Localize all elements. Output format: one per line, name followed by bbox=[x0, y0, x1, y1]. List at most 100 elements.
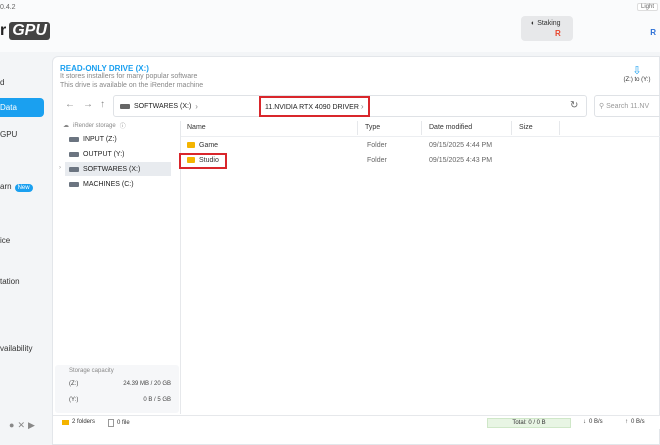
download-speed: ↓ 0 B/s bbox=[583, 419, 603, 425]
tree-item-label: OUTPUT (Y:) bbox=[83, 150, 125, 158]
tree-item-label: SOFTWARES (X:) bbox=[83, 165, 141, 173]
address-row: ← → ↑ SOFTWARES (X:) › 11.NVIDIA RTX 409… bbox=[53, 95, 660, 117]
tree-item-label: MACHINES (C:) bbox=[83, 180, 134, 188]
upload-speed: ↑ 0 B/s bbox=[625, 419, 645, 425]
forward-icon[interactable]: → bbox=[83, 99, 93, 110]
cloud-icon: ☁ bbox=[63, 123, 69, 129]
user-avatar[interactable]: R bbox=[650, 28, 656, 37]
social-links: ● ✕ ▶ bbox=[9, 420, 35, 431]
highlight-box bbox=[179, 153, 227, 169]
file-count-label: 0 file bbox=[117, 420, 130, 426]
storage-title: Storage capacity bbox=[69, 368, 114, 374]
info-icon[interactable]: ⓘ bbox=[120, 121, 126, 130]
tree-item-output[interactable]: OUTPUT (Y:) bbox=[53, 147, 171, 161]
column-divider[interactable] bbox=[511, 121, 512, 135]
version-label: 0.4.2 bbox=[0, 4, 16, 11]
staking-button[interactable]: ◐ Staking R bbox=[521, 16, 573, 41]
logo-text: r bbox=[0, 22, 7, 39]
table-row[interactable]: Studio Folder 09/15/2025 4:43 PM bbox=[179, 153, 660, 169]
drive-icon bbox=[69, 166, 79, 172]
file-icon bbox=[108, 419, 114, 427]
chevron-right-icon: › bbox=[360, 102, 364, 111]
refresh-icon[interactable]: ↻ bbox=[570, 100, 578, 111]
search-placeholder: Search 11.NV bbox=[606, 103, 650, 110]
column-type[interactable]: Type bbox=[365, 124, 380, 131]
monitor-download-icon: ⇩ bbox=[632, 65, 642, 77]
breadcrumb-folder[interactable]: 11.NVIDIA RTX 4090 DRIVER › bbox=[259, 96, 370, 117]
breadcrumb[interactable]: SOFTWARES (X:) › 11.NVIDIA RTX 4090 DRIV… bbox=[113, 95, 587, 117]
sidebar-item-dashboard[interactable]: d bbox=[0, 78, 4, 87]
sidebar-item-gpu[interactable]: GPU bbox=[0, 130, 17, 139]
storage-value: 24.39 MB / 20 GB bbox=[123, 381, 171, 387]
folder-icon bbox=[62, 419, 69, 425]
file-type: Folder bbox=[367, 142, 387, 149]
drive-icon bbox=[69, 181, 79, 187]
sidebar-item-learn[interactable]: arn New bbox=[0, 182, 33, 192]
file-date: 09/15/2025 4:43 PM bbox=[429, 157, 493, 164]
file-count: 0 file bbox=[108, 419, 130, 427]
status-bar: 2 folders 0 file Total: 0 / 0 B ↓ 0 B/s ↑… bbox=[53, 415, 660, 429]
upload-speed-label: 0 B/s bbox=[631, 419, 645, 425]
file-list: Name Type Date modified Size Game Folder… bbox=[179, 121, 660, 414]
sidebar-item-documentation[interactable]: tation bbox=[0, 277, 20, 286]
chevron-right-icon: › bbox=[195, 102, 198, 111]
file-date: 09/15/2025 4:44 PM bbox=[429, 142, 493, 149]
storage-capacity: Storage capacity (Z:) 24.39 MB / 20 GB (… bbox=[55, 365, 179, 413]
drive-description-1: It stores installers for many popular so… bbox=[60, 73, 198, 80]
file-type: Folder bbox=[367, 157, 387, 164]
arrow-up-icon: ↑ bbox=[625, 419, 628, 425]
chevron-right-icon[interactable]: › bbox=[59, 165, 61, 171]
download-speed-label: 0 B/s bbox=[589, 419, 603, 425]
sidebar-item-service[interactable]: ice bbox=[0, 236, 10, 245]
storage-row-y: (Y:) 0 B / 5 GB bbox=[69, 397, 171, 403]
storage-drive-label: (Z:) bbox=[69, 381, 79, 387]
search-input[interactable]: ⚲ Search 11.NV bbox=[594, 95, 660, 117]
drive-icon bbox=[69, 151, 79, 157]
facebook-icon[interactable]: ● bbox=[9, 420, 14, 431]
column-date[interactable]: Date modified bbox=[429, 124, 472, 131]
theme-toggle[interactable]: Light bbox=[636, 3, 658, 11]
drive-title: READ-ONLY DRIVE (X:) bbox=[60, 64, 149, 73]
tree-item-label: INPUT (Z:) bbox=[83, 135, 117, 143]
app-logo: r GPU bbox=[0, 22, 50, 40]
logo-badge: GPU bbox=[9, 22, 50, 40]
header-divider bbox=[181, 136, 660, 137]
sidebar-item-data[interactable]: Data bbox=[0, 98, 44, 117]
column-divider[interactable] bbox=[357, 121, 358, 135]
staking-token-icon: R bbox=[555, 29, 561, 38]
x-icon[interactable]: ✕ bbox=[17, 420, 25, 431]
arrow-down-icon: ↓ bbox=[583, 419, 586, 425]
top-bar: 0.4.2 Light r GPU ◐ Staking R R bbox=[0, 0, 660, 52]
tree-item-input[interactable]: INPUT (Z:) bbox=[53, 132, 171, 146]
back-icon[interactable]: ← bbox=[65, 99, 75, 110]
staking-label: Staking bbox=[537, 20, 561, 27]
column-size[interactable]: Size bbox=[519, 124, 533, 131]
file-name: Game bbox=[199, 142, 219, 149]
up-icon[interactable]: ↑ bbox=[100, 99, 105, 110]
switch-drive-button[interactable]: ⇩ (Z:) to (Y:) bbox=[623, 65, 651, 83]
sidebar-item-availability[interactable]: vailability bbox=[0, 344, 32, 353]
tree-header-label: iRender storage bbox=[73, 122, 116, 129]
file-manager-panel: READ-ONLY DRIVE (X:) It stores installer… bbox=[52, 56, 660, 445]
breadcrumb-drive-label: SOFTWARES (X:) bbox=[134, 103, 192, 110]
breadcrumb-drive[interactable]: SOFTWARES (X:) › bbox=[120, 102, 198, 111]
tree-item-machines[interactable]: MACHINES (C:) bbox=[53, 177, 171, 191]
sidebar: d Data GPU arn New ice tation vailability bbox=[0, 52, 50, 445]
youtube-icon[interactable]: ▶ bbox=[28, 420, 35, 431]
column-name[interactable]: Name bbox=[187, 124, 206, 131]
folder-icon bbox=[187, 142, 195, 148]
new-badge: New bbox=[14, 184, 33, 192]
table-row[interactable]: Game Folder 09/15/2025 4:44 PM bbox=[181, 139, 660, 153]
tree-item-softwares[interactable]: SOFTWARES (X:) bbox=[65, 162, 171, 176]
file-name-cell: Game bbox=[187, 142, 218, 149]
switch-drive-label: (Z:) to (Y:) bbox=[623, 77, 651, 83]
drive-icon bbox=[69, 136, 79, 142]
transfer-total: Total: 0 / 0 B bbox=[487, 418, 571, 428]
folder-count: 2 folders bbox=[62, 419, 95, 425]
drive-description-2: This drive is available on the iRender m… bbox=[60, 82, 204, 89]
storage-value: 0 B / 5 GB bbox=[143, 397, 171, 403]
sidebar-item-label: arn bbox=[0, 182, 12, 191]
column-divider[interactable] bbox=[421, 121, 422, 135]
folder-count-label: 2 folders bbox=[72, 419, 96, 425]
column-divider[interactable] bbox=[559, 121, 560, 135]
